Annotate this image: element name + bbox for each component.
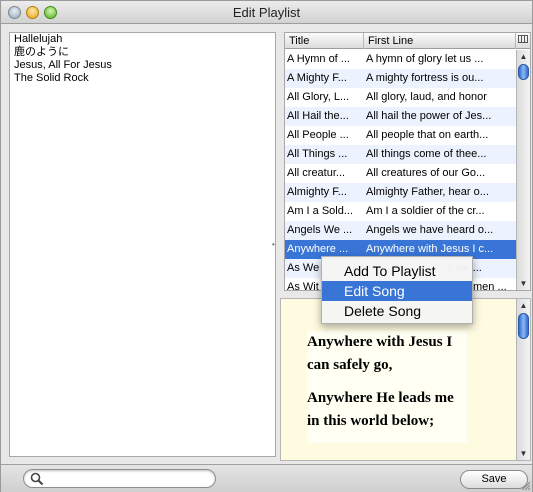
playlist-list[interactable]: Hallelujah 鹿のように Jesus, All For Jesus Th… bbox=[9, 32, 276, 457]
menu-item-edit-song[interactable]: Edit Song bbox=[322, 281, 472, 301]
cell-title: All Hail the... bbox=[287, 110, 349, 122]
playlist-item[interactable]: Hallelujah bbox=[10, 33, 275, 46]
table-row[interactable]: Am I a Sold... Am I a soldier of the cr..… bbox=[285, 202, 516, 221]
menu-item-delete-song[interactable]: Delete Song bbox=[322, 301, 472, 321]
cell-title: All People ... bbox=[287, 129, 349, 141]
scroll-down-arrow-icon[interactable]: ▼ bbox=[517, 277, 530, 290]
table-header: Title First Line bbox=[285, 33, 530, 49]
context-menu: Add To Playlist Edit Song Delete Song bbox=[321, 256, 473, 324]
column-header-title[interactable]: Title bbox=[285, 33, 364, 49]
cell-first-line: men ... bbox=[473, 281, 507, 291]
menu-item-add-to-playlist[interactable]: Add To Playlist bbox=[322, 261, 472, 281]
cell-title: A Mighty F... bbox=[287, 72, 347, 84]
table-row[interactable]: A Mighty F... A mighty fortress is ou... bbox=[285, 69, 516, 88]
column-header-first-line[interactable]: First Line bbox=[364, 33, 516, 49]
lyrics-scrollbar[interactable]: ▲ ▼ bbox=[516, 299, 530, 460]
cell-first-line: All things come of thee... bbox=[366, 148, 487, 160]
cell-first-line: A mighty fortress is ou... bbox=[366, 72, 484, 84]
bottom-bar: Save bbox=[1, 464, 532, 492]
edit-playlist-window: Edit Playlist Hallelujah 鹿のように Jesus, Al… bbox=[0, 0, 533, 492]
window-title: Edit Playlist bbox=[232, 5, 301, 20]
search-field[interactable] bbox=[23, 469, 216, 488]
cell-first-line: Angels we have heard o... bbox=[366, 224, 494, 236]
lyrics-stanza: Anywhere with Jesus I can safely go, bbox=[307, 334, 453, 373]
search-icon bbox=[30, 472, 44, 486]
cell-title: All Things ... bbox=[287, 148, 348, 160]
cell-first-line: All creatures of our Go... bbox=[366, 167, 486, 179]
table-row[interactable]: Almighty F... Almighty Father, hear o... bbox=[285, 183, 516, 202]
table-row[interactable]: All Things ... All things come of thee... bbox=[285, 145, 516, 164]
title-bar[interactable]: Edit Playlist bbox=[1, 1, 532, 24]
cell-first-line: All hail the power of Jes... bbox=[366, 110, 492, 122]
cell-first-line: All people that on earth... bbox=[366, 129, 489, 141]
playlist-item[interactable]: Jesus, All For Jesus bbox=[10, 59, 275, 72]
splitter-handle[interactable]: • bbox=[272, 240, 275, 249]
save-button[interactable]: Save bbox=[460, 470, 528, 489]
table-row[interactable]: Angels We ... Angels we have heard o... bbox=[285, 221, 516, 240]
table-scroll-thumb[interactable] bbox=[518, 64, 529, 80]
cell-title: Am I a Sold... bbox=[287, 205, 354, 217]
table-row[interactable]: A Hymn of ... A hymn of glory let us ... bbox=[285, 50, 516, 69]
scroll-up-arrow-icon[interactable]: ▲ bbox=[517, 50, 530, 63]
table-scrollbar[interactable]: ▲ ▼ bbox=[516, 50, 530, 290]
cell-first-line: All glory, laud, and honor bbox=[366, 91, 487, 103]
cell-title: All creatur... bbox=[287, 167, 346, 179]
cell-title: A Hymn of ... bbox=[287, 53, 350, 65]
playlist-item[interactable]: The Solid Rock bbox=[10, 72, 275, 85]
scroll-up-arrow-icon[interactable]: ▲ bbox=[517, 299, 530, 312]
cell-title: Angels We ... bbox=[287, 224, 353, 236]
table-row[interactable]: All creatur... All creatures of our Go... bbox=[285, 164, 516, 183]
table-row[interactable]: All Glory, L... All glory, laud, and hono… bbox=[285, 88, 516, 107]
lyrics-text[interactable]: Anywhere with Jesus I can safely go, Any… bbox=[307, 331, 467, 443]
cell-title: All Glory, L... bbox=[287, 91, 350, 103]
cell-title: Almighty F... bbox=[287, 186, 347, 198]
songs-table[interactable]: Title First Line A Hymn of ... A hymn of … bbox=[284, 32, 531, 291]
lyrics-stanza: Anywhere He leads me in this world below… bbox=[307, 390, 454, 429]
cell-first-line: Am I a soldier of the cr... bbox=[366, 205, 485, 217]
scroll-down-arrow-icon[interactable]: ▼ bbox=[517, 447, 530, 460]
lyrics-scroll-thumb[interactable] bbox=[518, 313, 529, 339]
resize-grip-icon[interactable] bbox=[520, 480, 530, 490]
table-body: A Hymn of ... A hymn of glory let us ... … bbox=[285, 50, 516, 291]
column-options-icon[interactable] bbox=[516, 33, 530, 49]
cell-first-line: Almighty Father, hear o... bbox=[366, 186, 489, 198]
table-row[interactable]: All People ... All people that on earth..… bbox=[285, 126, 516, 145]
cell-first-line: A hymn of glory let us ... bbox=[366, 53, 484, 65]
table-row[interactable]: All Hail the... All hail the power of Jes… bbox=[285, 107, 516, 126]
search-input[interactable] bbox=[46, 472, 206, 486]
playlist-item[interactable]: 鹿のように bbox=[10, 46, 275, 59]
